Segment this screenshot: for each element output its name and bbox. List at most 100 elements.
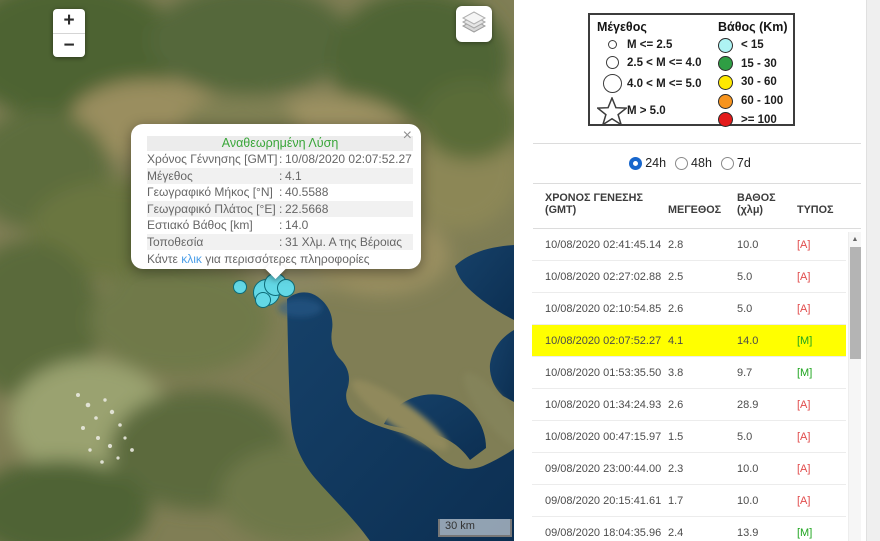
map-zoom-control: + − [53, 9, 85, 57]
table-row[interactable]: 10/08/2020 02:27:02.88 2.5 5.0 [A] [532, 261, 846, 293]
cell-depth: 10.0 [737, 238, 759, 251]
legend-magnitude-title: Μέγεθος [597, 20, 647, 34]
more-info-link[interactable]: κλικ [181, 252, 202, 266]
column-header-magnitude: ΜΕΓΕΘΟΣ [668, 204, 722, 216]
browser-scrollbar[interactable] [866, 0, 880, 541]
cell-datetime: 09/08/2020 23:00:44.00 [545, 462, 662, 475]
cell-depth: 5.0 [737, 270, 753, 283]
cell-datetime: 09/08/2020 20:15:41.61 [545, 494, 662, 507]
legend-depth-column: Βάθος (Km) < 15 15 - 30 30 - 60 60 - 100 [718, 18, 796, 129]
popup-row: Μέγεθος : 4.1 [147, 167, 413, 184]
popup-row: Γεωγραφικό Πλάτος [°E] : 22.5668 [147, 200, 413, 217]
period-option-48h[interactable]: 48h [675, 156, 712, 170]
cell-depth: 9.7 [737, 366, 753, 379]
legend-depth-title: Βάθος (Km) [718, 20, 788, 34]
layers-button[interactable] [456, 6, 492, 42]
popup-row: Εστιακό Βάθος [km] : 14.0 [147, 217, 413, 234]
depth-color-dot [718, 74, 733, 90]
zoom-out-button[interactable]: − [53, 33, 85, 57]
cell-datetime: 10/08/2020 00:47:15.97 [545, 430, 662, 443]
earthquake-marker[interactable] [255, 292, 271, 308]
cell-depth: 28.9 [737, 398, 759, 411]
cell-type: [A] [797, 462, 811, 475]
table-row-selected[interactable]: 10/08/2020 02:07:52.27 4.1 14.0 [M] [532, 325, 846, 357]
map-canvas[interactable]: + − 30 km × Αναθεωρημένη Λύση Χρόνος Γέν… [0, 0, 514, 541]
table-row[interactable]: 10/08/2020 02:10:54.85 2.6 5.0 [A] [532, 293, 846, 325]
table-row[interactable]: 10/08/2020 01:53:35.50 3.8 9.7 [M] [532, 357, 846, 389]
popup-field-value: 22.5668 [285, 201, 329, 216]
cell-datetime: 09/08/2020 18:04:35.96 [545, 526, 662, 539]
legend-item: >= 100 [718, 110, 796, 129]
cell-type: [M] [797, 334, 813, 347]
cell-magnitude: 2.8 [668, 238, 684, 251]
cell-depth: 14.0 [737, 334, 759, 347]
legend-item-label: M > 5.0 [627, 105, 666, 117]
legend-item-label: 30 - 60 [741, 76, 777, 89]
side-panel: Μέγεθος M <= 2.5 2.5 < M <= 4.0 4.0 < M … [514, 0, 866, 541]
table-row[interactable]: 10/08/2020 01:34:24.93 2.6 28.9 [A] [532, 389, 846, 421]
popup-row: Γεωγραφικό Μήκος [°N] : 40.5588 [147, 184, 413, 201]
table-row[interactable]: 09/08/2020 20:15:41.61 1.7 10.0 [A] [532, 485, 846, 517]
column-header-depth: ΒΑΘΟΣ (χλμ) [737, 192, 790, 216]
earthquake-marker[interactable] [233, 280, 247, 294]
table-row[interactable]: 10/08/2020 00:47:15.97 1.5 5.0 [A] [532, 421, 846, 453]
period-option-7d[interactable]: 7d [720, 156, 751, 170]
legend-item: 15 - 30 [718, 55, 796, 74]
period-label: 7d [736, 156, 751, 170]
period-label: 48h [691, 156, 712, 170]
table-row[interactable]: 09/08/2020 18:04:35.96 2.4 13.9 [M] [532, 517, 846, 541]
legend-item-label: >= 100 [741, 113, 777, 126]
popup-field-value: 4.1 [285, 168, 302, 183]
table-scrollbar[interactable]: ▲ [848, 232, 861, 541]
legend-item-label: < 15 [741, 39, 764, 52]
depth-color-dot [718, 112, 733, 128]
cell-datetime: 10/08/2020 01:53:35.50 [545, 366, 662, 379]
magnitude-small-circle-icon [597, 40, 627, 49]
cell-depth: 13.9 [737, 526, 759, 539]
popup-field-value: 10/08/2020 02:07:52.27 [285, 152, 412, 166]
period-selector: 24h 48h 7d [514, 152, 866, 174]
period-option-24h[interactable]: 24h [629, 156, 666, 170]
legend-item-label: 4.0 < M <= 5.0 [627, 77, 702, 90]
legend-item: < 15 [718, 36, 796, 55]
popup-row: Τοποθεσία : 31 Χλμ. Α της Βέροιας [147, 233, 413, 250]
cell-type: [A] [797, 302, 811, 315]
cell-depth: 5.0 [737, 302, 753, 315]
magnitude-medium-circle-icon [597, 56, 627, 69]
legend-item: 2.5 < M <= 4.0 [597, 53, 717, 72]
cell-magnitude: 1.7 [668, 494, 684, 507]
radio-7d[interactable] [720, 156, 734, 170]
layers-icon [461, 10, 487, 39]
legend-item-label: 2.5 < M <= 4.0 [627, 56, 702, 69]
cell-type: [A] [797, 238, 811, 251]
radio-48h[interactable] [675, 156, 689, 170]
popup-field-value: 40.5588 [285, 185, 329, 199]
table-scrollbar-thumb[interactable] [850, 247, 861, 359]
close-icon[interactable]: × [403, 128, 412, 144]
cell-datetime: 10/08/2020 02:10:54.85 [545, 302, 662, 315]
depth-color-dot [718, 93, 733, 109]
table-row[interactable]: 10/08/2020 02:41:45.14 2.8 10.0 [A] [532, 229, 846, 261]
popup-field-value: 31 Χλμ. Α της Βέροιας [285, 234, 403, 249]
zoom-in-button[interactable]: + [53, 9, 85, 33]
depth-color-dot [718, 56, 733, 72]
period-label: 24h [645, 156, 667, 170]
earthquake-marker[interactable] [277, 279, 295, 297]
cell-magnitude: 3.8 [668, 366, 684, 379]
legend-box: Μέγεθος M <= 2.5 2.5 < M <= 4.0 4.0 < M … [588, 13, 796, 129]
cell-datetime: 10/08/2020 01:34:24.93 [545, 398, 662, 411]
popup-title: Αναθεωρημένη Λύση [147, 136, 413, 151]
radio-24h[interactable] [629, 156, 643, 170]
cell-depth: 10.0 [737, 462, 759, 475]
cell-type: [A] [797, 430, 811, 443]
table-row[interactable]: 09/08/2020 23:00:44.00 2.3 10.0 [A] [532, 453, 846, 485]
column-header-time: ΧΡΟΝΟΣ ΓΕΝΕΣΗΣ (GMT) [545, 192, 668, 216]
popup-footer-text: Κάντε [147, 252, 182, 266]
popup-row: Χρόνος Γέννησης [GMT] : 10/08/2020 02:07… [147, 151, 413, 168]
popup-footer-text: για περισσότερες πληροφορίες [201, 252, 370, 266]
scroll-up-icon[interactable]: ▲ [849, 232, 861, 246]
cell-depth: 5.0 [737, 430, 753, 443]
legend-magnitude-column: Μέγεθος M <= 2.5 2.5 < M <= 4.0 4.0 < M … [597, 18, 717, 127]
cell-depth: 10.0 [737, 494, 759, 507]
cell-datetime: 10/08/2020 02:07:52.27 [545, 334, 662, 347]
